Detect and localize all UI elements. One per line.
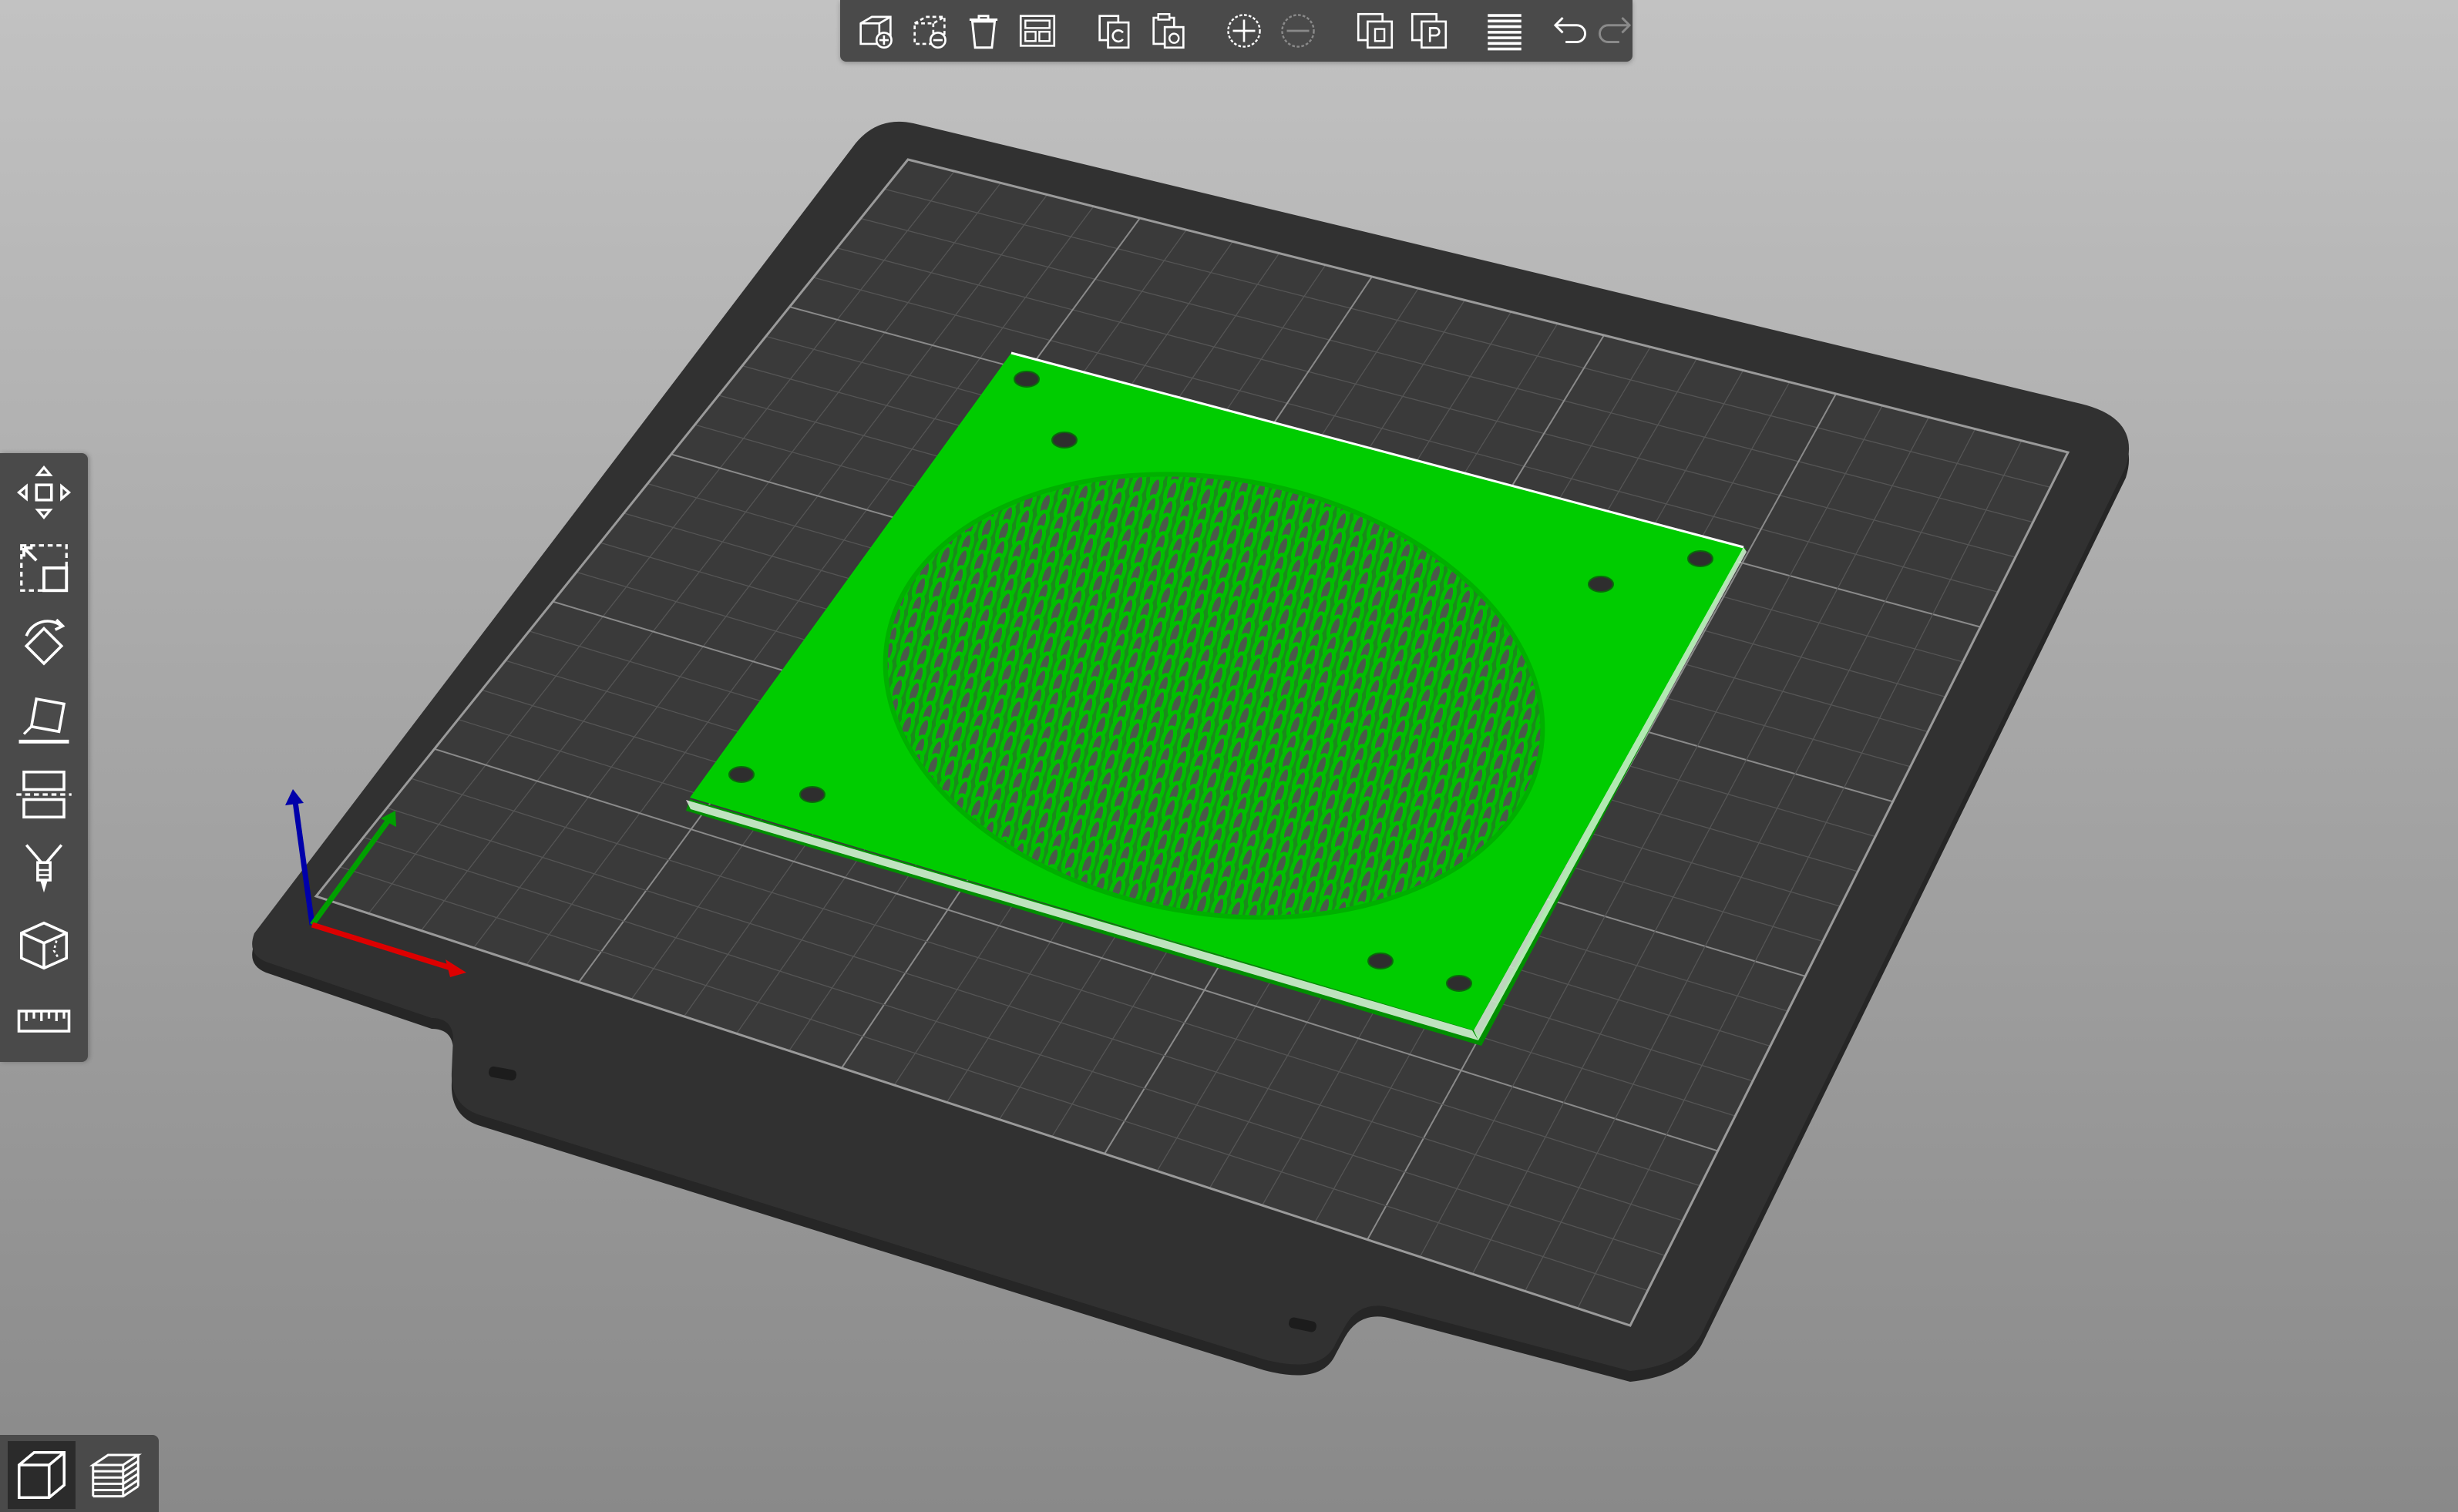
place-on-face-tool[interactable] [11, 686, 77, 752]
move-tool[interactable] [11, 459, 77, 526]
undo-button[interactable] [1543, 5, 1596, 57]
left-toolbar [0, 453, 88, 1062]
support-paint-icon [25, 844, 63, 893]
z-axis-arrow [285, 789, 304, 805]
seam-paint-icon [19, 921, 69, 970]
layers-preview-icon [89, 1453, 143, 1498]
split-parts-icon [1411, 12, 1448, 49]
delete-all-icon [969, 15, 998, 49]
variable-layer-height-button[interactable] [1478, 5, 1531, 57]
seam-painting-tool[interactable] [11, 912, 77, 979]
measure-tool[interactable] [11, 988, 77, 1054]
split-to-parts-button[interactable] [1403, 5, 1455, 57]
instance-add-icon [1227, 14, 1261, 48]
paste-icon [1152, 13, 1185, 49]
split-to-objects-button[interactable] [1349, 5, 1401, 57]
delete-button[interactable] [903, 5, 956, 57]
rotate-tool[interactable] [11, 610, 77, 677]
add-icon [859, 15, 893, 49]
place-on-face-icon [18, 697, 69, 744]
delete-all-button[interactable] [957, 5, 1010, 57]
view-switch [0, 1435, 159, 1512]
delete-icon [913, 15, 947, 49]
arrange-icon [1019, 15, 1056, 47]
scale-icon [20, 544, 69, 593]
split-objects-icon [1357, 12, 1394, 49]
scale-tool[interactable] [11, 535, 77, 601]
3d-view-tab[interactable] [8, 1441, 76, 1509]
preview-tab[interactable] [82, 1441, 150, 1509]
cube-view-icon [17, 1450, 66, 1500]
arrange-button[interactable] [1011, 5, 1064, 57]
cut-icon [16, 770, 72, 819]
rotate-icon [24, 618, 66, 666]
undo-icon [1553, 17, 1586, 43]
cut-tool[interactable] [11, 761, 77, 828]
measure-icon [17, 1010, 71, 1033]
3d-viewport[interactable] [0, 0, 2458, 1512]
paste-button[interactable] [1142, 5, 1195, 57]
add-button[interactable] [849, 5, 902, 57]
copy-button[interactable] [1088, 5, 1141, 57]
supports-painting-tool[interactable] [11, 837, 77, 903]
remove-instance-button[interactable] [1272, 5, 1324, 57]
layers-editing-icon [1488, 14, 1522, 51]
top-toolbar [840, 0, 1633, 62]
print-bed-scene[interactable] [0, 0, 2458, 1512]
add-instance-button[interactable] [1218, 5, 1270, 57]
copy-icon [1098, 15, 1130, 49]
redo-button[interactable] [1589, 5, 1642, 57]
redo-icon [1599, 17, 1632, 43]
instance-remove-icon [1281, 14, 1315, 48]
move-icon [16, 465, 72, 520]
